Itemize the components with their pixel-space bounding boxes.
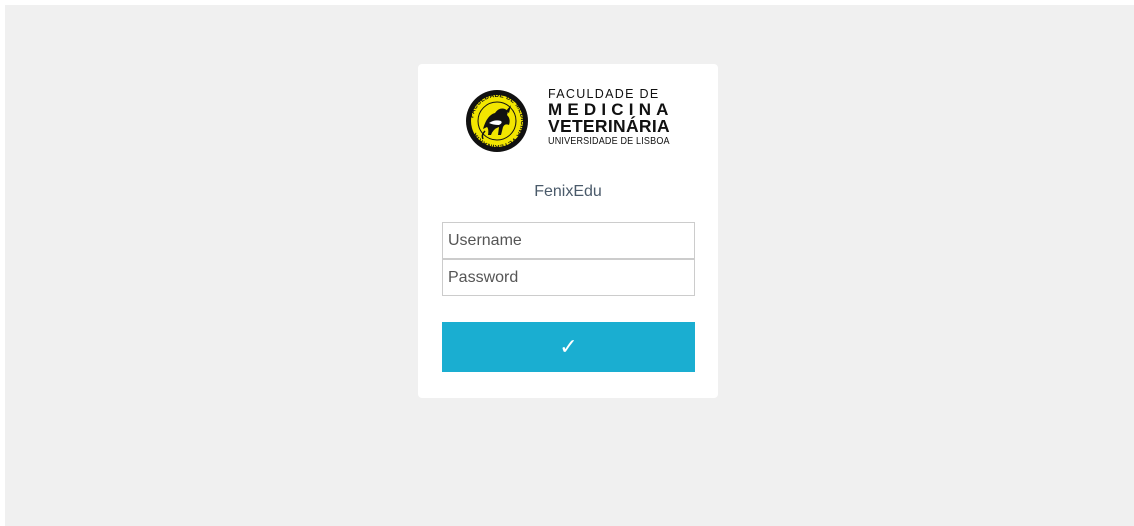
app-title: FenixEdu	[534, 183, 602, 200]
wordmark-line-3: VETERINÁRIA	[548, 116, 670, 136]
password-input[interactable]	[442, 259, 695, 296]
submit-button[interactable]: ✓	[442, 322, 695, 372]
faculty-emblem-icon: FACULDADE DE MEDICINA VETERINÁRIA	[466, 90, 528, 152]
institution-wordmark: FACULDADE DE MEDICINA VETERINÁRIA UNIVER…	[548, 85, 681, 148]
login-form	[442, 222, 695, 296]
username-input[interactable]	[442, 222, 695, 259]
wordmark-line-4: UNIVERSIDADE DE LISBOA	[548, 135, 670, 147]
checkmark-icon: ✓	[559, 334, 578, 360]
institution-logo: FACULDADE DE MEDICINA VETERINÁRIA FACULD…	[465, 85, 681, 155]
